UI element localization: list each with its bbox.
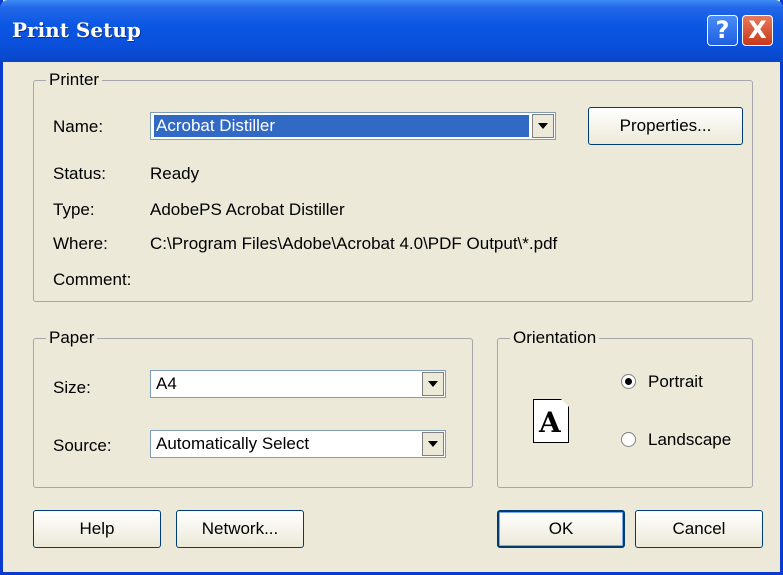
orientation-legend: Orientation xyxy=(510,328,600,348)
comment-label: Comment: xyxy=(53,270,132,289)
type-value: AdobePS Acrobat Distiller xyxy=(150,200,345,219)
where-label: Where: xyxy=(53,234,108,253)
paper-size-select[interactable]: A4 xyxy=(150,370,446,398)
title-bar[interactable]: Print Setup ? X xyxy=(0,0,783,62)
page-letter: A xyxy=(539,406,561,439)
paper-source-value: Automatically Select xyxy=(156,434,310,453)
type-label: Type: xyxy=(53,200,95,219)
chevron-down-icon[interactable] xyxy=(422,372,444,396)
chevron-down-icon[interactable] xyxy=(422,432,444,456)
landscape-label[interactable]: Landscape xyxy=(648,430,731,450)
printer-name-select[interactable]: Acrobat Distiller xyxy=(150,112,556,140)
paper-source-select[interactable]: Automatically Select xyxy=(150,430,446,458)
help-icon[interactable]: ? xyxy=(707,15,738,46)
paper-group: Paper xyxy=(33,328,473,488)
chevron-down-icon[interactable] xyxy=(532,114,554,138)
paper-legend: Paper xyxy=(46,328,98,348)
dialog-title: Print Setup xyxy=(12,18,141,42)
landscape-radio[interactable] xyxy=(621,432,636,447)
close-icon[interactable]: X xyxy=(742,15,773,46)
paper-size-value: A4 xyxy=(156,374,177,393)
status-label: Status: xyxy=(53,164,106,183)
status-value: Ready xyxy=(150,164,200,183)
where-value: C:\Program Files\Adobe\Acrobat 4.0\PDF O… xyxy=(150,234,558,253)
cancel-button[interactable]: Cancel xyxy=(635,510,763,548)
help-button[interactable]: Help xyxy=(33,510,161,548)
properties-button[interactable]: Properties... xyxy=(588,107,743,145)
name-label: Name: xyxy=(53,117,104,136)
printer-legend: Printer xyxy=(46,70,103,90)
source-label: Source: xyxy=(53,436,112,455)
ok-button[interactable]: OK xyxy=(497,510,625,548)
portrait-radio[interactable] xyxy=(621,374,636,389)
portrait-page-icon: A xyxy=(533,399,569,443)
portrait-label[interactable]: Portrait xyxy=(648,372,703,392)
printer-name-value: Acrobat Distiller xyxy=(154,115,529,137)
network-button[interactable]: Network... xyxy=(176,510,304,548)
size-label: Size: xyxy=(53,378,91,397)
